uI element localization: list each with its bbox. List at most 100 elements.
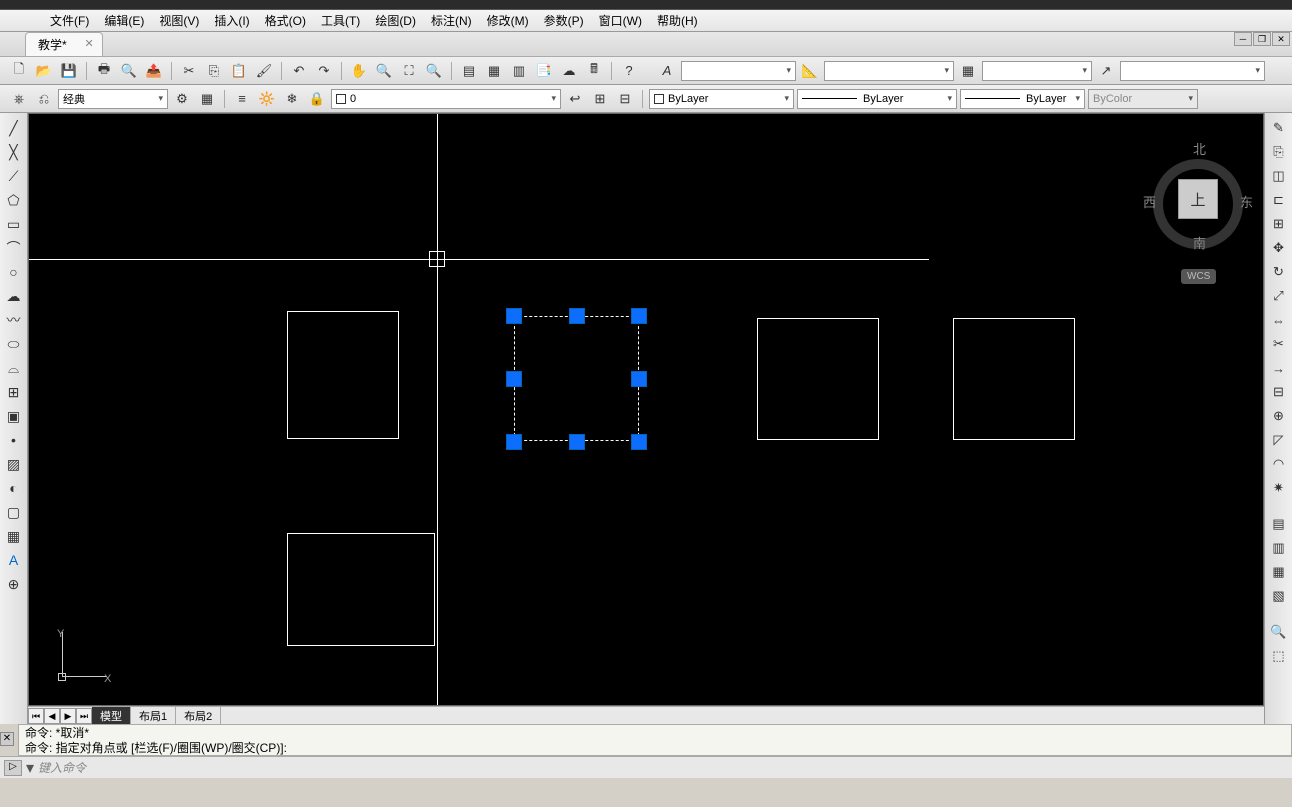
viewcube[interactable]: 上 北 南 东 西 WCS (1143, 124, 1253, 284)
viewcube-east[interactable]: 东 (1240, 192, 1253, 211)
erase-icon[interactable]: ✎ (1268, 117, 1290, 139)
grip-tr[interactable] (631, 308, 647, 324)
select-icon[interactable]: ⬚ (1268, 645, 1290, 667)
xline-icon[interactable]: ╳ (3, 141, 25, 163)
copy-obj-icon[interactable]: ⎘ (1268, 141, 1290, 163)
minimize-button[interactable]: ─ (1234, 32, 1252, 46)
paste-icon[interactable]: 📋 (228, 60, 250, 82)
zoom-prev-icon[interactable]: 🔍 (423, 60, 445, 82)
color-dropdown[interactable]: ByLayer (649, 89, 794, 109)
join-icon[interactable]: ⊕ (1268, 405, 1290, 427)
menu-format[interactable]: 格式(O) (265, 12, 306, 29)
open-icon[interactable]: 📂 (33, 60, 55, 82)
viewcube-south[interactable]: 南 (1193, 233, 1206, 252)
close-icon[interactable]: ✕ (84, 37, 93, 50)
draworder3-icon[interactable]: ▦ (1268, 561, 1290, 583)
doc-tab-active[interactable]: 教学* ✕ (25, 32, 103, 56)
explode-icon[interactable]: ✷ (1268, 477, 1290, 499)
tool-palette-icon[interactable]: ▥ (508, 60, 530, 82)
match-icon[interactable]: 🖌 (253, 60, 275, 82)
menu-view[interactable]: 视图(V) (159, 12, 199, 29)
circle-icon[interactable]: ○ (3, 261, 25, 283)
menu-insert[interactable]: 插入(I) (214, 12, 249, 29)
ellipse-arc-icon[interactable]: ⌓ (3, 357, 25, 379)
grip-bm[interactable] (569, 434, 585, 450)
ws-save-icon[interactable]: ⎈ (8, 88, 30, 110)
menu-window[interactable]: 窗口(W) (599, 12, 642, 29)
viewcube-west[interactable]: 西 (1143, 192, 1156, 211)
rotate-icon[interactable]: ↻ (1268, 261, 1290, 283)
grip-mr[interactable] (631, 371, 647, 387)
mtext-icon[interactable]: A (3, 549, 25, 571)
insert-block-icon[interactable]: ⊞ (3, 381, 25, 403)
menu-parametric[interactable]: 参数(P) (544, 12, 584, 29)
point-icon[interactable]: • (3, 429, 25, 451)
ws-settings-icon[interactable]: ⚙ (171, 88, 193, 110)
zoom-icon[interactable]: 🔍 (373, 60, 395, 82)
rect-object-4[interactable] (953, 318, 1075, 440)
undo-icon[interactable]: ↶ (288, 60, 310, 82)
pan-icon[interactable]: ✋ (348, 60, 370, 82)
design-center-icon[interactable]: ▦ (483, 60, 505, 82)
draworder-icon[interactable]: ▤ (1268, 513, 1290, 535)
zoom-window-icon[interactable]: ⛶ (398, 60, 420, 82)
ws-options-icon[interactable]: ▦ (196, 88, 218, 110)
find-icon[interactable]: 🔍 (1268, 621, 1290, 643)
gradient-icon[interactable]: ◐ (3, 477, 25, 499)
linetype-dropdown[interactable]: ByLayer (797, 89, 957, 109)
properties-icon[interactable]: ▤ (458, 60, 480, 82)
tab-next-icon[interactable]: ▶ (60, 708, 76, 724)
ws-switch-icon[interactable]: ⎌ (33, 88, 55, 110)
fillet-icon[interactable]: ◠ (1268, 453, 1290, 475)
chamfer-icon[interactable]: ◸ (1268, 429, 1290, 451)
arc-icon[interactable]: ⌒ (3, 237, 25, 259)
layer-prev-icon[interactable]: ↩ (564, 88, 586, 110)
text-style-icon[interactable]: A (656, 60, 678, 82)
offset-icon[interactable]: ⊏ (1268, 189, 1290, 211)
menu-dimension[interactable]: 标注(N) (431, 12, 472, 29)
make-block-icon[interactable]: ▣ (3, 405, 25, 427)
array-icon[interactable]: ⊞ (1268, 213, 1290, 235)
tab-first-icon[interactable]: ⏮ (28, 708, 44, 724)
tab-prev-icon[interactable]: ◀ (44, 708, 60, 724)
layout1-tab[interactable]: 布局1 (131, 707, 176, 725)
mirror-icon[interactable]: ◫ (1268, 165, 1290, 187)
layout2-tab[interactable]: 布局2 (176, 707, 221, 725)
menu-modify[interactable]: 修改(M) (487, 12, 529, 29)
markup-icon[interactable]: ☁ (558, 60, 580, 82)
tab-last-icon[interactable]: ⏭ (76, 708, 92, 724)
model-tab[interactable]: 模型 (92, 707, 131, 725)
print-icon[interactable]: 🖶 (93, 60, 115, 82)
extend-icon[interactable]: → (1268, 357, 1290, 379)
close-button[interactable]: ✕ (1272, 32, 1290, 46)
addselected-icon[interactable]: ⊕ (3, 573, 25, 595)
layer-lock-icon[interactable]: 🔒 (306, 88, 328, 110)
layer-manager-icon[interactable]: ≡ (231, 88, 253, 110)
region-icon[interactable]: ▢ (3, 501, 25, 523)
sheet-set-icon[interactable]: 📑 (533, 60, 555, 82)
layer-state-icon[interactable]: 🔆 (256, 88, 278, 110)
cmd-close-icon[interactable]: ✕ (0, 732, 14, 746)
layer-dropdown[interactable]: 0 (331, 89, 561, 109)
ellipse-icon[interactable]: ⬭ (3, 333, 25, 355)
copy-icon[interactable]: ⎘ (203, 60, 225, 82)
mleader-style-dropdown[interactable] (1120, 61, 1265, 81)
grip-ml[interactable] (506, 371, 522, 387)
rect-object-1[interactable] (287, 311, 399, 439)
trim-icon[interactable]: ✂ (1268, 333, 1290, 355)
help-icon[interactable]: ? (618, 60, 640, 82)
grip-bl[interactable] (506, 434, 522, 450)
hatch-icon[interactable]: ▨ (3, 453, 25, 475)
grip-tm[interactable] (569, 308, 585, 324)
dim-style-icon[interactable]: 📐 (799, 60, 821, 82)
menu-draw[interactable]: 绘图(D) (375, 12, 416, 29)
calc-icon[interactable]: 🖩 (583, 60, 605, 82)
publish-icon[interactable]: 📤 (143, 60, 165, 82)
redo-icon[interactable]: ↷ (313, 60, 335, 82)
lineweight-dropdown[interactable]: ByLayer (960, 89, 1085, 109)
revcloud-icon[interactable]: ☁ (3, 285, 25, 307)
mleader-style-icon[interactable]: ↗ (1095, 60, 1117, 82)
rect-object-3[interactable] (757, 318, 879, 440)
menu-edit[interactable]: 编辑(E) (104, 12, 144, 29)
spline-icon[interactable]: 〰 (3, 309, 25, 331)
